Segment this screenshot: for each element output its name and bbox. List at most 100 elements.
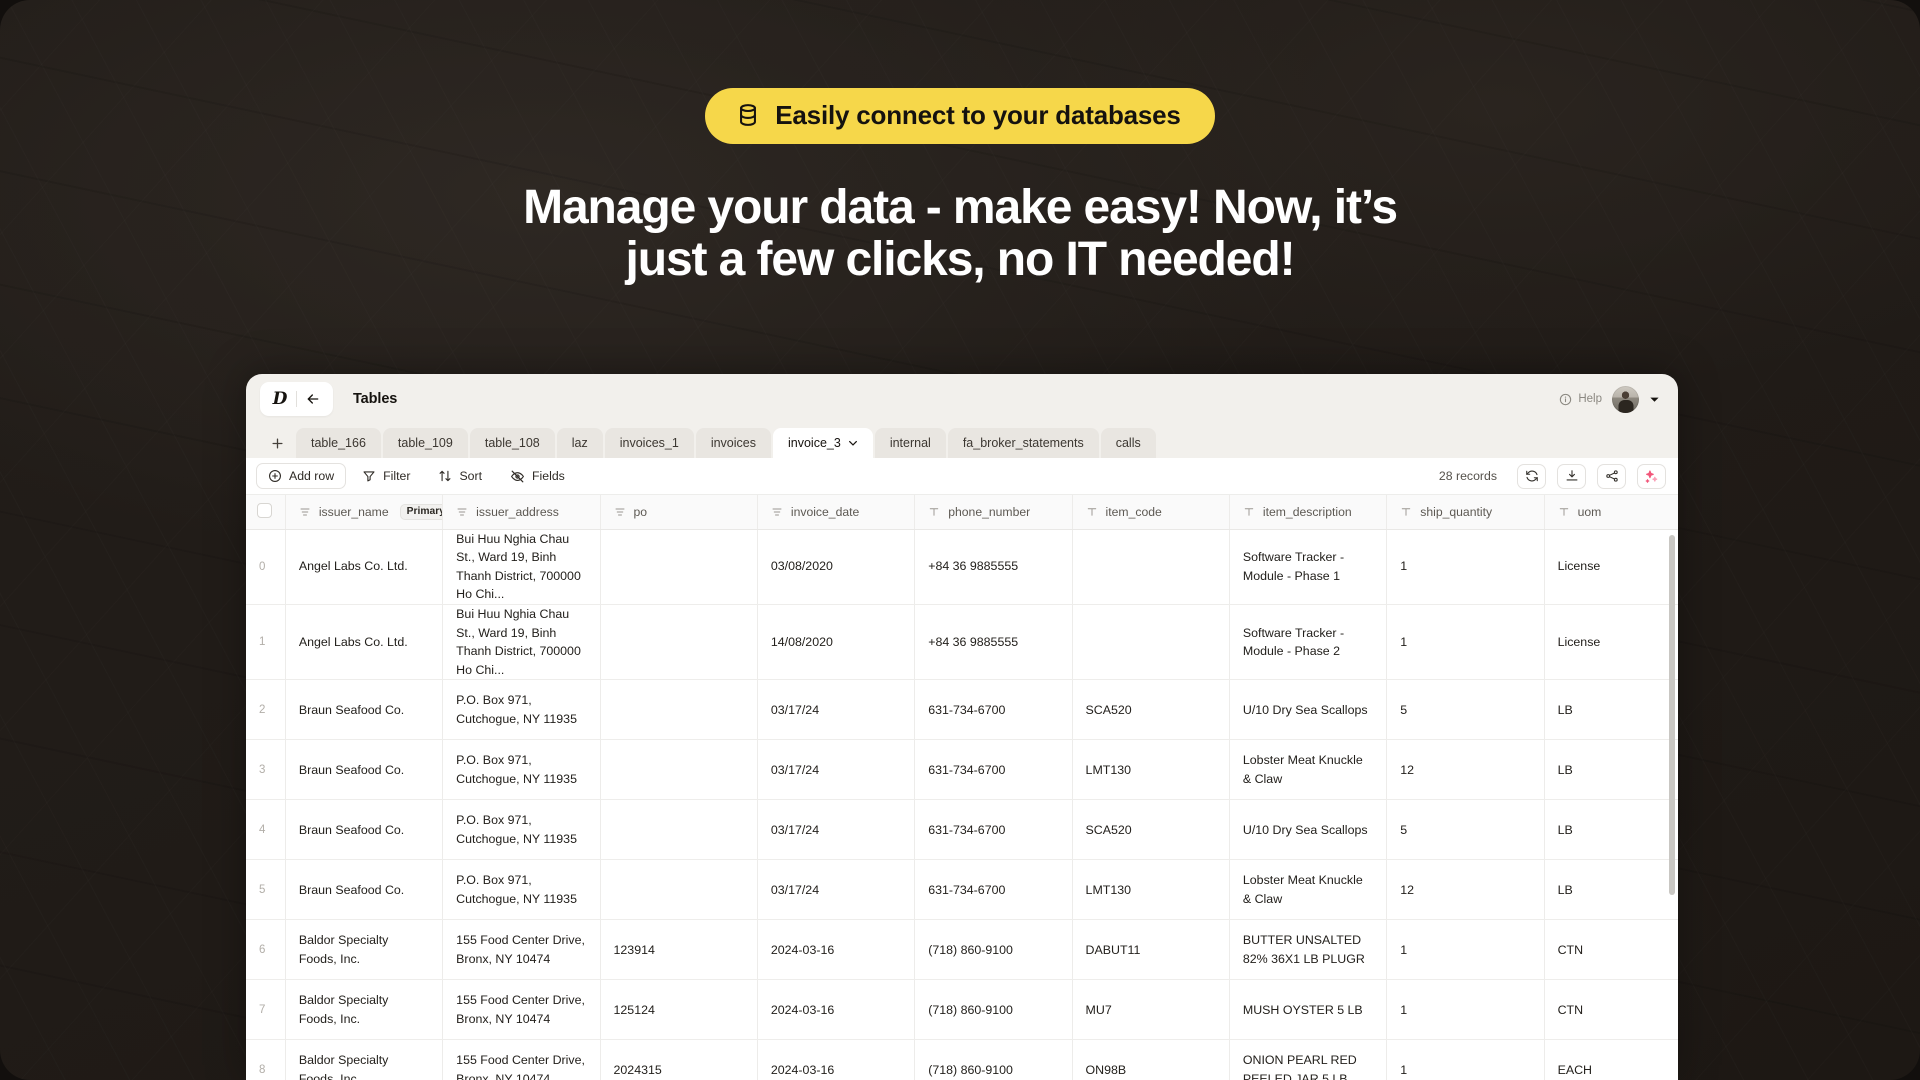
help-button[interactable]: Help xyxy=(1559,393,1602,406)
tab-table_108[interactable]: table_108 xyxy=(469,428,555,458)
cell-ship_quantity[interactable]: 1 xyxy=(1386,979,1545,1041)
cell-issuer_address[interactable]: Bui Huu Nghia Chau St., Ward 19, Binh Th… xyxy=(442,529,601,605)
cell-item_description[interactable]: BUTTER UNSALTED 82% 36X1 LB PLUGR xyxy=(1229,919,1388,981)
cell-item_description[interactable]: U/10 Dry Sea Scallops xyxy=(1229,679,1388,741)
cell-po[interactable] xyxy=(600,529,758,605)
cell-po[interactable]: 123914 xyxy=(600,919,758,981)
cell-item_description[interactable]: Software Tracker - Module - Phase 1 xyxy=(1229,529,1388,605)
cell-issuer_address[interactable]: 155 Food Center Drive, Bronx, NY 10474 xyxy=(442,979,601,1041)
cell-invoice_date[interactable]: 03/08/2020 xyxy=(757,529,916,605)
cell-po[interactable] xyxy=(600,739,758,801)
table-row[interactable]: 0 Angel Labs Co. Ltd. Bui Huu Nghia Chau S… xyxy=(246,529,1678,605)
cell-invoice_date[interactable]: 03/17/24 xyxy=(757,799,916,861)
select-all-checkbox[interactable] xyxy=(257,502,272,518)
cell-uom[interactable]: LB xyxy=(1544,799,1678,861)
tab-calls[interactable]: calls xyxy=(1100,428,1156,458)
app-logo-button[interactable]: D xyxy=(264,384,296,414)
tab-invoices[interactable]: invoices xyxy=(695,428,771,458)
cell-item_code[interactable]: SCA520 xyxy=(1072,799,1230,861)
share-button[interactable] xyxy=(1597,463,1626,489)
cell-phone_number[interactable]: 631-734-6700 xyxy=(914,859,1073,921)
filter-button[interactable]: Filter xyxy=(350,463,422,489)
chevron-down-icon[interactable] xyxy=(848,438,858,448)
column-header-uom[interactable]: uom xyxy=(1544,495,1678,530)
cell-invoice_date[interactable]: 03/17/24 xyxy=(757,739,916,801)
cell-issuer_address[interactable]: 155 Food Center Drive, Bronx, NY 10474 xyxy=(442,919,601,981)
cell-invoice_date[interactable]: 03/17/24 xyxy=(757,679,916,741)
column-header-po[interactable]: po xyxy=(600,495,758,530)
refresh-button[interactable] xyxy=(1517,463,1546,489)
cell-phone_number[interactable]: +84 36 9885555 xyxy=(914,604,1073,681)
cell-phone_number[interactable]: (718) 860-9100 xyxy=(914,919,1073,981)
cell-phone_number[interactable]: (718) 860-9100 xyxy=(914,979,1073,1041)
cell-uom[interactable]: CTN xyxy=(1544,979,1678,1041)
tab-laz[interactable]: laz xyxy=(556,428,603,458)
cell-invoice_date[interactable]: 2024-03-16 xyxy=(757,1039,916,1080)
cell-item_code[interactable]: LMT130 xyxy=(1072,739,1230,801)
table-row[interactable]: 3 Braun Seafood Co. P.O. Box 971, Cutchogu… xyxy=(246,739,1678,801)
cell-issuer_address[interactable]: P.O. Box 971, Cutchogue, NY 11935 xyxy=(442,739,601,801)
table-row[interactable]: 1 Angel Labs Co. Ltd. Bui Huu Nghia Chau S… xyxy=(246,604,1678,681)
cell-issuer_name[interactable]: Baldor Specialty Foods, Inc. xyxy=(285,1039,444,1080)
cell-item_description[interactable]: U/10 Dry Sea Scallops xyxy=(1229,799,1388,861)
cell-item_description[interactable]: MUSH OYSTER 5 LB xyxy=(1229,979,1388,1041)
table-row[interactable]: 8 Baldor Specialty Foods, Inc. 155 Food Ce… xyxy=(246,1039,1678,1080)
column-header-phone_number[interactable]: phone_number xyxy=(914,495,1073,530)
cell-item_description[interactable]: Software Tracker - Module - Phase 2 xyxy=(1229,604,1388,681)
avatar[interactable] xyxy=(1612,385,1639,413)
cell-uom[interactable]: LB xyxy=(1544,859,1678,921)
cell-item_code[interactable]: MU7 xyxy=(1072,979,1230,1041)
cell-item_code[interactable]: SCA520 xyxy=(1072,679,1230,741)
cell-issuer_name[interactable]: Braun Seafood Co. xyxy=(285,799,444,861)
cell-uom[interactable]: EACH xyxy=(1544,1039,1678,1080)
cell-uom[interactable]: License xyxy=(1544,604,1678,681)
cell-uom[interactable]: CTN xyxy=(1544,919,1678,981)
cell-issuer_address[interactable]: Bui Huu Nghia Chau St., Ward 19, Binh Th… xyxy=(442,604,601,681)
cell-ship_quantity[interactable]: 12 xyxy=(1386,859,1545,921)
cell-item_code[interactable]: LMT130 xyxy=(1072,859,1230,921)
tab-invoice_3[interactable]: invoice_3 xyxy=(773,428,873,458)
cell-uom[interactable]: License xyxy=(1544,529,1678,605)
cell-po[interactable] xyxy=(600,604,758,681)
tab-invoices_1[interactable]: invoices_1 xyxy=(604,428,694,458)
cell-item_code[interactable]: DABUT11 xyxy=(1072,919,1230,981)
cell-ship_quantity[interactable]: 1 xyxy=(1386,604,1545,681)
table-row[interactable]: 6 Baldor Specialty Foods, Inc. 155 Food Ce… xyxy=(246,919,1678,981)
cell-ship_quantity[interactable]: 5 xyxy=(1386,679,1545,741)
cell-invoice_date[interactable]: 2024-03-16 xyxy=(757,919,916,981)
cell-issuer_name[interactable]: Braun Seafood Co. xyxy=(285,679,444,741)
back-button[interactable] xyxy=(297,384,329,414)
table-row[interactable]: 4 Braun Seafood Co. P.O. Box 971, Cutchogu… xyxy=(246,799,1678,861)
cell-ship_quantity[interactable]: 1 xyxy=(1386,1039,1545,1080)
data-grid-wrapper[interactable]: issuer_name Primary issuer_address po in… xyxy=(246,495,1678,1080)
cell-item_description[interactable]: ONION PEARL RED PEELED JAR 5 LB xyxy=(1229,1039,1388,1080)
tab-internal[interactable]: internal xyxy=(874,428,946,458)
cell-item_description[interactable]: Lobster Meat Knuckle & Claw xyxy=(1229,859,1388,921)
table-row[interactable]: 5 Braun Seafood Co. P.O. Box 971, Cutchogu… xyxy=(246,859,1678,921)
add-table-button[interactable] xyxy=(260,428,294,458)
cell-phone_number[interactable]: 631-734-6700 xyxy=(914,799,1073,861)
cell-issuer_name[interactable]: Braun Seafood Co. xyxy=(285,859,444,921)
cell-issuer_address[interactable]: P.O. Box 971, Cutchogue, NY 11935 xyxy=(442,799,601,861)
table-row[interactable]: 7 Baldor Specialty Foods, Inc. 155 Food Ce… xyxy=(246,979,1678,1041)
tab-table_166[interactable]: table_166 xyxy=(296,428,381,458)
column-header-issuer_name[interactable]: issuer_name Primary xyxy=(285,495,444,530)
column-header-ship_quantity[interactable]: ship_quantity xyxy=(1386,495,1545,530)
cell-issuer_address[interactable]: 155 Food Center Drive, Bronx, NY 10474 xyxy=(442,1039,601,1080)
cell-ship_quantity[interactable]: 1 xyxy=(1386,919,1545,981)
fields-button[interactable]: Fields xyxy=(498,463,577,489)
cell-issuer_name[interactable]: Baldor Specialty Foods, Inc. xyxy=(285,979,444,1041)
cell-issuer_name[interactable]: Braun Seafood Co. xyxy=(285,739,444,801)
cell-po[interactable]: 2024315 xyxy=(600,1039,758,1080)
cell-uom[interactable]: LB xyxy=(1544,739,1678,801)
cell-ship_quantity[interactable]: 5 xyxy=(1386,799,1545,861)
tab-fa_broker_statements[interactable]: fa_broker_statements xyxy=(947,428,1099,458)
account-menu-button[interactable] xyxy=(1649,394,1660,405)
cell-phone_number[interactable]: +84 36 9885555 xyxy=(914,529,1073,605)
cell-item_code[interactable] xyxy=(1072,529,1230,605)
add-row-button[interactable]: Add row xyxy=(256,463,347,489)
ai-assist-button[interactable] xyxy=(1637,463,1666,489)
cell-phone_number[interactable]: (718) 860-9100 xyxy=(914,1039,1073,1080)
cell-po[interactable] xyxy=(600,679,758,741)
table-row[interactable]: 2 Braun Seafood Co. P.O. Box 971, Cutchogu… xyxy=(246,679,1678,741)
